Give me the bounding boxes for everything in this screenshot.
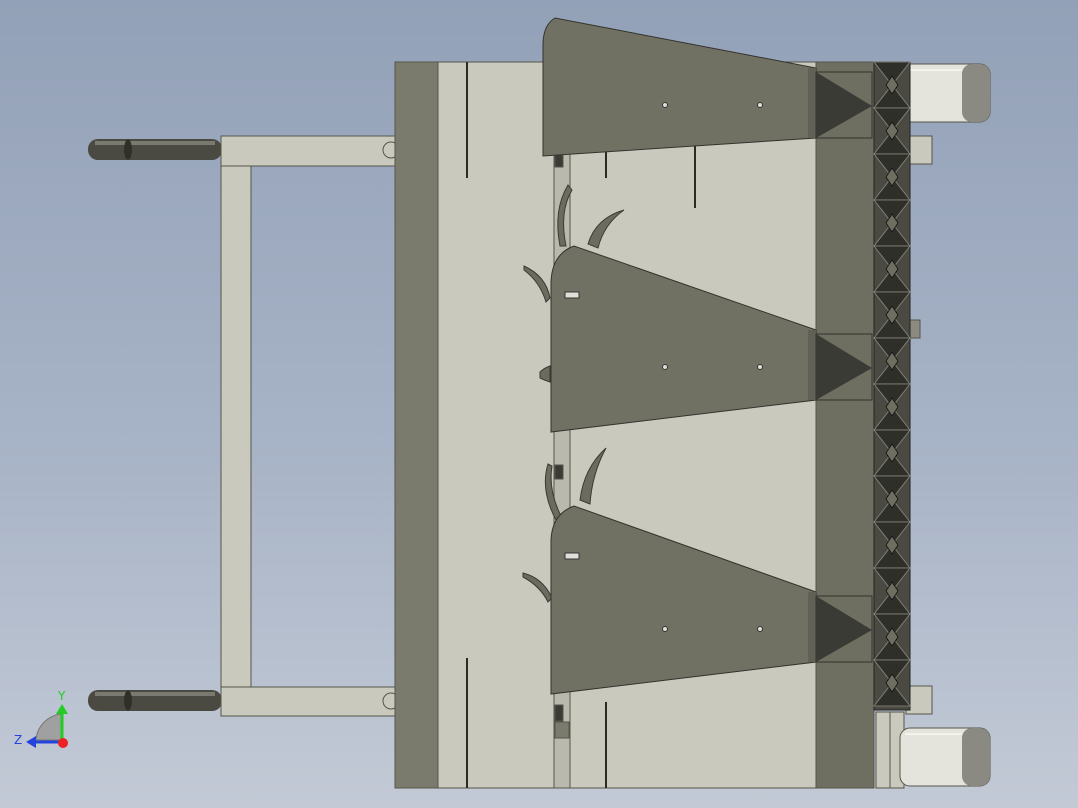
- triad-plane-arc-icon: [35, 713, 63, 741]
- y-axis-label: Y: [57, 689, 66, 703]
- y-axis-head-icon: [56, 704, 68, 714]
- z-axis-label: Z: [14, 733, 22, 747]
- z-axis-head-icon: [26, 736, 36, 748]
- orientation-triad: Y Z: [14, 689, 68, 748]
- cad-graphics-viewport[interactable]: Y Z: [0, 0, 1078, 808]
- x-axis-dot-icon: [58, 738, 68, 748]
